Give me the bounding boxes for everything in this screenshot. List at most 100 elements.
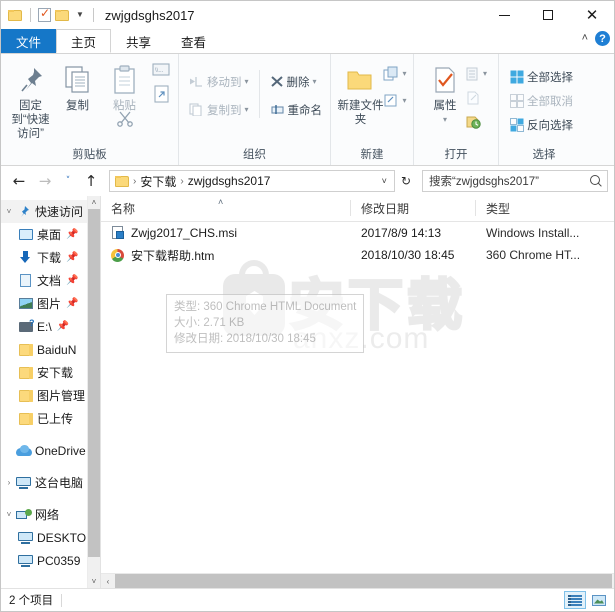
paste-shortcut-icon[interactable] [150,85,172,106]
new-folder-icon[interactable] [55,9,70,22]
sidebar-item-pictures[interactable]: 图片 📌 [1,292,100,315]
folder-icon[interactable] [8,9,23,22]
up-button[interactable]: ↑ [79,169,103,193]
close-button[interactable]: ✕ [570,1,614,29]
copy-button[interactable]: 复制 [54,60,101,113]
chevron-right-icon[interactable]: › [3,478,15,487]
sidebar-item-label: 桌面 [37,228,62,242]
sidebar-item-desktop-pc[interactable]: DESKTO [1,526,100,549]
sidebar-item-pc0359[interactable]: PC0359 [1,549,100,572]
sidebar-item-label: 下载 [37,251,62,265]
pin-to-quick-access-button[interactable]: 固定到“快速访问” [7,60,54,141]
chevron-down-icon[interactable]: ˅ [3,510,15,519]
open-with-icon [466,67,478,80]
maximize-icon [543,10,553,20]
move-to-button[interactable]: 移动到 ▾ [187,71,251,92]
tab-view[interactable]: 查看 [166,29,221,53]
forward-button[interactable]: → [33,169,57,193]
table-row[interactable]: Zwjg2017_CHS.msi 2017/8/9 14:13 Windows … [101,222,614,244]
column-header-date-modified[interactable]: 修改日期 [351,196,476,221]
select-none-button[interactable]: 全部取消 [508,90,575,111]
copy-to-button[interactable]: 复制到 ▾ [187,99,251,120]
pin-icon[interactable]: 📌 [66,229,78,240]
scroll-left-icon[interactable]: ‹ [101,574,115,588]
tab-share[interactable]: 共享 [111,29,166,53]
new-folder-button[interactable]: 新建文件夹 [337,60,383,127]
pin-icon[interactable]: 📌 [66,275,78,286]
easy-access-button[interactable]: ▾ [383,90,407,111]
sidebar-item-image-manage[interactable]: 图片管理 [1,384,100,407]
search-input[interactable]: 搜索“zwjgdsghs2017” [429,173,590,189]
rename-button[interactable]: 重命名 [268,99,325,120]
chevron-down-icon[interactable]: ▾ [443,113,447,127]
thumbnail-view-button[interactable] [588,591,610,609]
address-input[interactable]: › 安下载 › zwjgdsghs2017 ˅ [109,170,395,192]
scrollbar-thumb[interactable] [115,574,612,588]
sidebar-item-desktop[interactable]: 桌面 📌 [1,223,100,246]
new-item-button[interactable]: ▾ [383,63,407,84]
chevron-down-icon[interactable]: ▾ [483,69,487,78]
sidebar-item-documents[interactable]: 文档 📌 [1,269,100,292]
tab-home[interactable]: 主页 [56,29,112,53]
delete-button[interactable]: 删除 ▾ [268,71,325,92]
chevron-down-icon[interactable]: ▾ [402,69,406,78]
back-button[interactable]: ← [7,169,31,193]
chevron-down-icon[interactable]: ▾ [313,77,317,86]
sidebar-item-onedrive[interactable]: OneDrive [1,439,100,462]
column-header-type[interactable]: 类型 [476,196,614,221]
details-view-button[interactable] [564,591,586,609]
scroll-down-icon[interactable]: ˅ [88,575,100,588]
column-header-name[interactable]: 名称 ˄ [101,196,351,221]
search-box[interactable]: 搜索“zwjgdsghs2017” [422,170,608,192]
sidebar-item-quick-access[interactable]: ˅ 快速访问 [1,200,100,223]
sidebar-item-anxiazai[interactable]: 安下载 [1,361,100,384]
maximize-button[interactable] [526,1,570,29]
properties-icon[interactable] [38,6,51,22]
select-all-button[interactable]: 全部选择 [508,66,575,87]
column-header-name-label: 名称 [111,202,136,216]
paste-button[interactable]: 粘贴 [101,60,148,131]
sidebar-item-baidunetdisk[interactable]: BaiduN [1,338,100,361]
pin-icon[interactable]: 📌 [66,252,78,263]
ribbon-group-new: 新建文件夹 ▾ ▾ 新建 [331,54,414,165]
pin-icon[interactable]: 📌 [66,298,78,309]
chevron-down-icon[interactable]: ˅ [377,176,392,186]
copy-path-icon[interactable]: \\... [150,63,172,82]
pin-icon[interactable]: 📌 [57,321,69,332]
chevron-down-icon[interactable]: ▾ [245,105,249,114]
sidebar-item-network[interactable]: ˅ 网络 [1,503,100,526]
scrollbar-track[interactable] [115,574,612,588]
scroll-up-icon[interactable]: ˄ [88,196,100,209]
minimize-button[interactable] [482,1,526,29]
properties-button[interactable]: 属性 ▾ [425,60,465,127]
sidebar-item-uploaded[interactable]: 已上传 [1,407,100,430]
scrollbar-thumb[interactable] [88,209,100,557]
breadcrumb-item-0[interactable]: 安下载 [137,173,179,190]
file-name-cell[interactable]: Zwjg2017_CHS.msi [101,226,351,240]
sidebar-item-downloads[interactable]: 下载 📌 [1,246,100,269]
tab-file[interactable]: 文件 [1,29,57,53]
nav-pane-scrollbar[interactable]: ˄ ˅ [87,196,100,588]
file-list-horizontal-scrollbar[interactable]: ‹ › [101,573,614,588]
tabstrip-filler [221,29,614,53]
cut-icon[interactable] [116,111,134,131]
help-icon[interactable]: ? [595,31,610,46]
pin-to-quick-access-label: 固定到“快速访问” [11,100,50,140]
open-with-button[interactable]: ▾ [465,63,487,84]
sidebar-item-this-pc[interactable]: › 这台电脑 [1,471,100,494]
collapse-ribbon-icon[interactable]: ˄ [582,33,588,44]
breadcrumb-item-1[interactable]: zwjgdsghs2017 [185,174,274,188]
chevron-down-icon[interactable]: ▼ [74,11,86,19]
invert-selection-button[interactable]: 反向选择 [508,114,575,135]
chevron-down-icon[interactable]: ˅ [3,207,15,216]
table-row[interactable]: 安下载帮助.htm 2018/10/30 18:45 360 Chrome HT… [101,244,614,266]
recent-locations-button[interactable]: ˅ [59,169,77,193]
chevron-down-icon[interactable]: ▾ [245,77,249,86]
file-name-cell[interactable]: 安下载帮助.htm [101,247,351,264]
edit-button[interactable] [465,87,487,108]
chevron-down-icon[interactable]: ▾ [402,96,406,105]
refresh-button[interactable]: ↻ [397,174,415,188]
history-button[interactable] [465,111,487,132]
folder-icon [17,366,34,379]
sidebar-item-drive-e[interactable]: E:\ 📌 [1,315,100,338]
